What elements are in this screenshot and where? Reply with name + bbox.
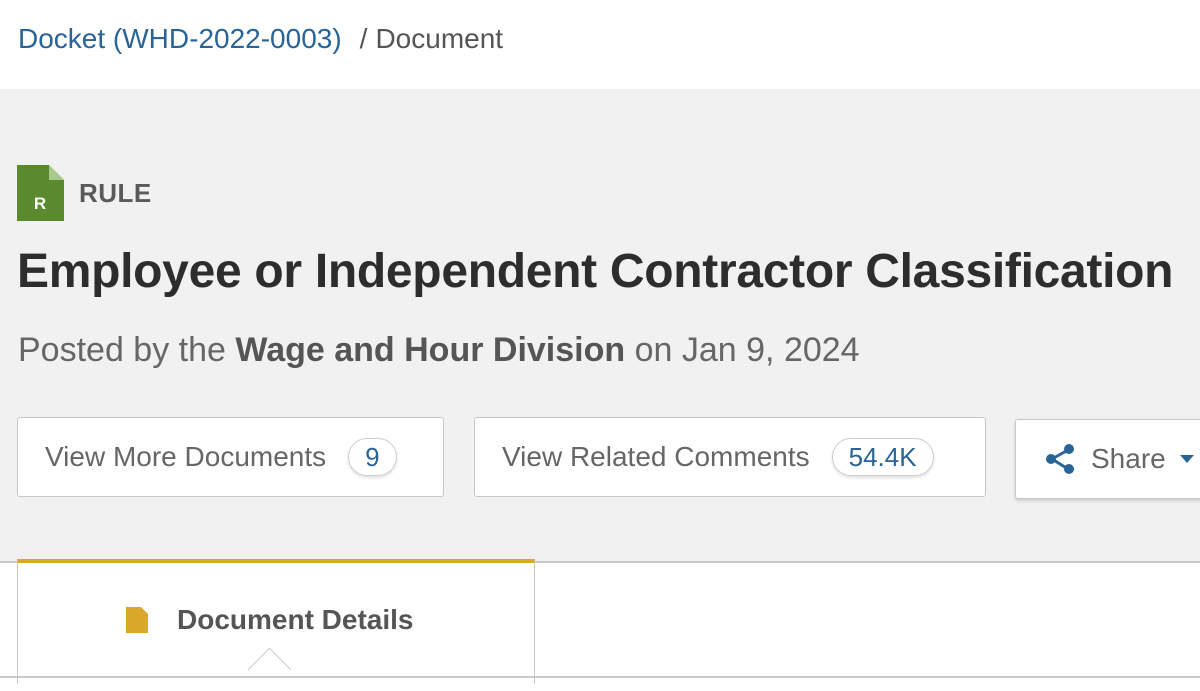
page-title: Employee or Independent Contractor Class… <box>17 245 1174 298</box>
share-button[interactable]: Share <box>1015 419 1200 499</box>
share-label: Share <box>1091 443 1166 474</box>
posted-prefix: Posted by the <box>18 331 226 369</box>
view-more-documents-button[interactable]: View More Documents 9 <box>17 417 444 497</box>
view-related-comments-button[interactable]: View Related Comments 54.4K <box>474 417 986 497</box>
document-icon <box>126 607 148 633</box>
posted-by-line: Posted by the Wage and Hour Division on … <box>18 328 860 372</box>
rule-letter: R <box>34 194 46 213</box>
document-type: R RULE <box>17 165 152 221</box>
breadcrumb: Docket (WHD-2022-0003) / Document <box>18 22 503 56</box>
breadcrumb-separator: / <box>359 23 368 54</box>
documents-count-badge: 9 <box>348 438 397 476</box>
breadcrumb-bar: Docket (WHD-2022-0003) / Document <box>0 0 1200 89</box>
tab-pointer <box>247 647 292 691</box>
agency-name: Wage and Hour Division <box>235 331 626 369</box>
tab-document-details[interactable]: Document Details <box>17 559 535 691</box>
rule-document-icon: R <box>17 165 64 221</box>
view-more-documents-label: View More Documents <box>45 441 327 472</box>
document-type-label: RULE <box>79 177 152 208</box>
share-icon <box>1046 444 1074 474</box>
view-related-comments-label: View Related Comments <box>502 441 810 472</box>
breadcrumb-current: Document <box>375 23 504 54</box>
chevron-down-icon <box>1179 455 1194 463</box>
posted-date: on Jan 9, 2024 <box>634 331 860 369</box>
content-divider <box>0 676 1200 678</box>
breadcrumb-docket-link[interactable]: Docket (WHD-2022-0003) <box>18 23 342 54</box>
comments-count-badge: 54.4K <box>831 438 934 476</box>
tab-document-details-label: Document Details <box>177 604 414 635</box>
